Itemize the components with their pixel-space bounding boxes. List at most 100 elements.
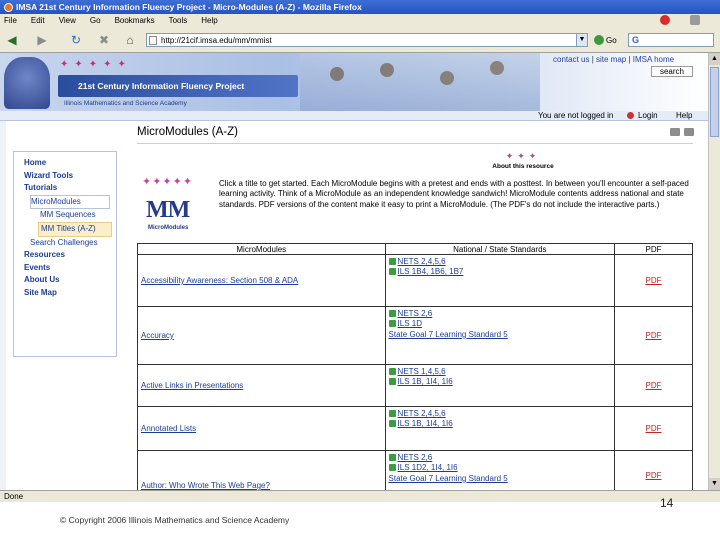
module-title-link[interactable]: Author: Who Wrote This Web Page? — [141, 481, 270, 490]
menu-help[interactable]: Help — [201, 16, 217, 25]
sidebar-item-mm-sequences[interactable]: MM Sequences — [38, 209, 112, 222]
menu-tools[interactable]: Tools — [169, 16, 188, 25]
imsa-home-link[interactable]: IMSA home — [633, 55, 674, 64]
micromodules-logo: ✦✦✦✦✦ MM MicroModules — [142, 175, 206, 239]
standard-link[interactable]: NETS 2,6 — [398, 309, 433, 318]
menu-edit[interactable]: Edit — [31, 16, 45, 25]
window-title: IMSA 21st Century Information Fluency Pr… — [16, 2, 362, 12]
standard-link[interactable]: ILS 1B, 1I4, 1I6 — [398, 419, 453, 428]
login-bar: You are not logged in Login Help — [0, 111, 708, 121]
about-resource-link[interactable]: ✦✦✦ About this resource — [488, 151, 558, 173]
title-divider — [137, 143, 693, 144]
pdf-link[interactable]: PDF — [646, 381, 662, 390]
standard-link[interactable]: NETS 1,4,5,6 — [398, 367, 446, 376]
sidebar-item-resources[interactable]: Resources — [24, 249, 116, 262]
go-icon — [594, 35, 604, 45]
standards-icon — [388, 410, 396, 417]
back-arrow-icon: ◀ — [7, 33, 17, 47]
vertical-scrollbar[interactable]: ▲ ▼ — [708, 53, 720, 490]
page-viewport: ✦✦✦✦✦ 21st Century Information Fluency P… — [0, 53, 708, 490]
module-title-link[interactable]: Accessibility Awareness: Section 508 & A… — [141, 276, 298, 285]
sidebar-item-mm-titles[interactable]: MM Titles (A-Z) — [38, 221, 112, 237]
about-label: About this resource — [492, 163, 554, 170]
sidebar-item-home[interactable]: Home — [24, 157, 116, 170]
column-header: National / State Standards — [384, 243, 616, 255]
reload-icon: ↻ — [70, 33, 82, 47]
search-engine-value: G — [632, 35, 640, 45]
menu-view[interactable]: View — [59, 16, 76, 25]
site-search-button[interactable]: search — [651, 66, 693, 77]
site-sidebar: Home Wizard Tools Tutorials MicroModules… — [13, 151, 117, 357]
help-link[interactable]: Help — [676, 111, 692, 120]
back-button[interactable]: ◀ — [4, 32, 20, 48]
address-dropdown-button[interactable]: ▼ — [576, 33, 588, 47]
standards-icon — [388, 378, 396, 386]
standards-icon — [388, 258, 396, 265]
module-title-link[interactable]: Annotated Lists — [141, 424, 196, 433]
standard-link[interactable]: State Goal 7 Learning Standard 5 — [389, 330, 508, 339]
home-button[interactable]: ⌂ — [122, 32, 138, 48]
menu-file[interactable]: File — [4, 16, 17, 25]
pdf-link[interactable]: PDF — [646, 471, 662, 480]
table-row: Accessibility Awareness: Section 508 & A… — [137, 254, 693, 307]
standard-link[interactable]: ILS 1B, 1I4, 1I6 — [398, 377, 453, 386]
login-link[interactable]: Login — [638, 111, 658, 120]
standard-link[interactable]: NETS 2,4,5,6 — [398, 257, 446, 266]
scrollbar-thumb[interactable] — [710, 67, 719, 137]
sidebar-item-events[interactable]: Events — [24, 262, 116, 275]
standards-icon — [388, 310, 396, 317]
standard-link[interactable]: ILS 1D2, 1I4, 1I6 — [398, 463, 458, 472]
logo-stars-icon: ✦✦✦✦✦ — [142, 176, 194, 188]
reload-button[interactable]: ↻ — [68, 32, 84, 48]
page-title: MicroModules (A-Z) — [137, 126, 238, 138]
forward-button[interactable]: ▶ — [34, 32, 50, 48]
menu-bookmarks[interactable]: Bookmarks — [115, 16, 155, 25]
stop-icon: ✖ — [98, 33, 110, 47]
print-icon[interactable] — [670, 128, 680, 136]
pdf-link[interactable]: PDF — [646, 276, 662, 285]
standard-link[interactable]: ILS 1B4, 1B6, 1B7 — [398, 267, 464, 276]
pdf-link[interactable]: PDF — [646, 424, 662, 433]
logo-letters: MM — [146, 197, 190, 223]
sidebar-item-site-map[interactable]: Site Map — [24, 287, 116, 300]
standards-icon — [388, 420, 396, 428]
banner-subtitle: Illinois Mathematics and Science Academy — [64, 100, 187, 107]
stop-indicator-icon — [660, 15, 670, 25]
email-icon[interactable] — [684, 128, 694, 136]
module-title-link[interactable]: Accuracy — [141, 331, 174, 340]
module-title-link[interactable]: Active Links in Presentations — [141, 381, 243, 390]
forward-arrow-icon: ▶ — [37, 33, 47, 47]
about-stars-icon: ✦✦✦ — [505, 151, 541, 161]
site-map-link[interactable]: site map — [596, 55, 626, 64]
standard-link[interactable]: State Goal 7 Learning Standard 5 — [389, 474, 508, 483]
sidebar-item-search-challenges[interactable]: Search Challenges — [30, 237, 116, 250]
page-tools — [670, 128, 694, 136]
search-engine-field[interactable]: G — [628, 33, 714, 47]
intro-paragraph: Click a title to get started. Each Micro… — [219, 179, 689, 209]
address-url: http://21cif.imsa.edu/mm/mmist — [161, 35, 272, 45]
stop-button[interactable]: ✖ — [96, 32, 112, 48]
throbber-icon — [690, 15, 700, 25]
contact-us-link[interactable]: contact us — [553, 55, 589, 64]
standards-icon — [388, 368, 396, 375]
address-bar[interactable]: http://21cif.imsa.edu/mm/mmist — [146, 33, 586, 47]
scroll-up-icon[interactable]: ▲ — [709, 53, 720, 65]
go-button[interactable]: Go — [594, 33, 617, 47]
menu-go[interactable]: Go — [90, 16, 101, 25]
pdf-link[interactable]: PDF — [646, 331, 662, 340]
banner-title: 21st Century Information Fluency Project — [78, 81, 245, 91]
logo-label: MicroModules — [148, 225, 189, 231]
standards-icon — [388, 454, 396, 461]
standard-link[interactable]: ILS 1D — [398, 319, 422, 328]
login-status: You are not logged in — [538, 111, 614, 120]
sidebar-item-micromodules[interactable]: MicroModules — [30, 194, 110, 210]
sidebar-item-about-us[interactable]: About Us — [24, 274, 116, 287]
sidebar-item-wizard-tools[interactable]: Wizard Tools — [24, 170, 116, 183]
scroll-down-icon[interactable]: ▼ — [709, 478, 720, 490]
sidebar-item-tutorials[interactable]: Tutorials — [24, 182, 116, 195]
site-banner: ✦✦✦✦✦ 21st Century Information Fluency P… — [0, 53, 708, 111]
column-header: PDF — [614, 243, 693, 255]
standards-icon — [388, 268, 396, 276]
standard-link[interactable]: NETS 2,6 — [398, 453, 433, 462]
standard-link[interactable]: NETS 2,4,5,6 — [398, 409, 446, 418]
